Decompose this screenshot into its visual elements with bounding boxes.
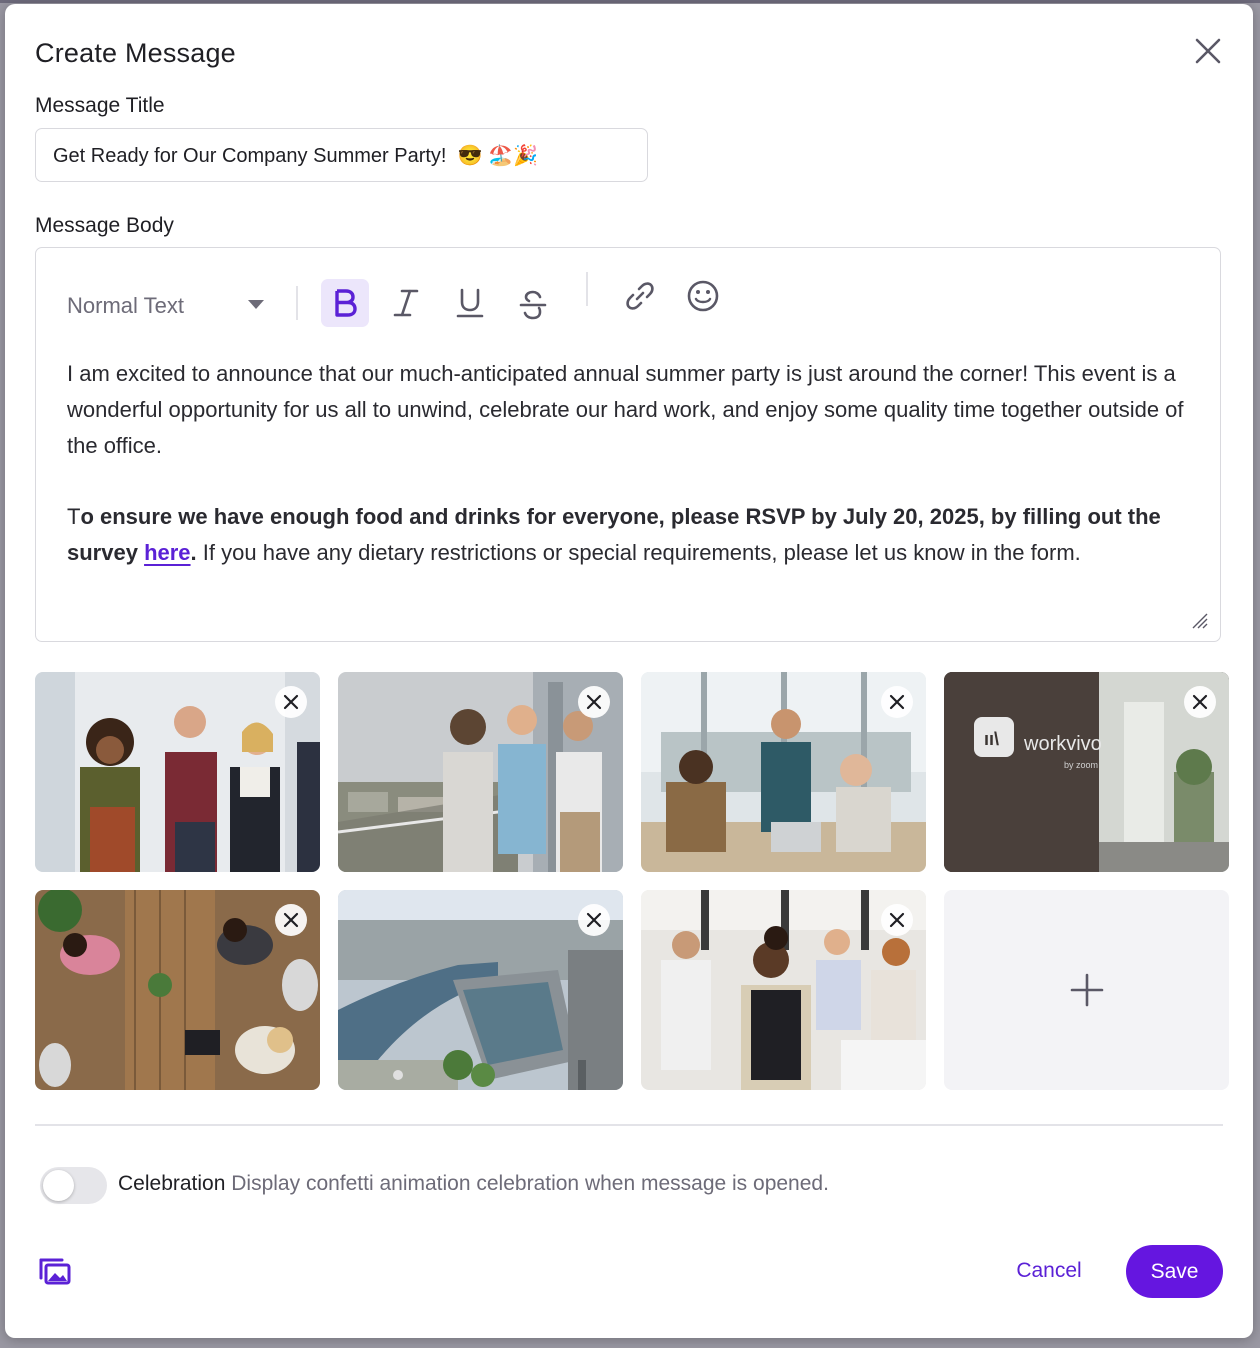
plus-icon: [1070, 973, 1103, 1007]
paragraph-rest: If you have any dietary restrictions or …: [196, 539, 1081, 565]
toolbar-divider: [586, 272, 588, 306]
close-icon: [1192, 694, 1208, 710]
editor-toolbar: Normal Text: [36, 248, 1220, 348]
image-thumbnail[interactable]: [35, 672, 320, 872]
image-attachments: ıı\ workvivo by zoom: [35, 672, 1229, 1090]
insert-link-button[interactable]: [616, 272, 664, 320]
survey-link[interactable]: here: [144, 540, 190, 565]
celebration-description: Display confetti animation celebration w…: [231, 1172, 829, 1195]
message-body-label: Message Body: [35, 214, 174, 237]
close-icon: [586, 694, 602, 710]
image-thumbnail[interactable]: [641, 890, 926, 1090]
emoji-icon: [687, 280, 719, 312]
image-thumbnail[interactable]: [35, 890, 320, 1090]
editor-content[interactable]: I am excited to announce that our much-a…: [67, 356, 1197, 571]
close-icon: [283, 912, 299, 928]
media-gallery-button[interactable]: [38, 1256, 72, 1286]
toggle-knob: [43, 1170, 74, 1201]
image-gallery-icon: [39, 1258, 71, 1285]
close-icon: [283, 694, 299, 710]
underline-icon: [456, 288, 484, 318]
close-icon: [1195, 38, 1221, 64]
underline-button[interactable]: [446, 279, 494, 327]
bold-icon: [335, 289, 357, 317]
remove-image-button[interactable]: [881, 904, 913, 936]
image-thumbnail[interactable]: [338, 672, 623, 872]
text-style-value: Normal Text: [67, 293, 184, 318]
celebration-label: Celebration: [118, 1172, 226, 1195]
remove-image-button[interactable]: [275, 904, 307, 936]
body-paragraph: To ensure we have enough food and drinks…: [67, 499, 1197, 571]
celebration-setting: Celebration Display confetti animation c…: [118, 1172, 829, 1196]
celebration-toggle[interactable]: [40, 1167, 107, 1204]
strikethrough-button[interactable]: [509, 281, 557, 329]
remove-image-button[interactable]: [1184, 686, 1216, 718]
insert-emoji-button[interactable]: [679, 272, 727, 320]
cancel-button[interactable]: Cancel: [1001, 1247, 1097, 1295]
message-body-editor[interactable]: Normal Text I am excited to announce tha…: [35, 247, 1221, 642]
close-icon: [889, 912, 905, 928]
create-message-dialog: Create Message Message Title Message Bod…: [5, 4, 1253, 1338]
link-icon: [626, 282, 654, 310]
message-title-input[interactable]: [35, 128, 648, 182]
remove-image-button[interactable]: [275, 686, 307, 718]
paragraph-lead: T: [67, 504, 81, 530]
toolbar-divider: [296, 286, 298, 320]
remove-image-button[interactable]: [881, 686, 913, 718]
remove-image-button[interactable]: [578, 686, 610, 718]
section-divider: [35, 1124, 1223, 1126]
image-thumbnail[interactable]: ıı\ workvivo by zoom: [944, 672, 1229, 872]
add-image-button[interactable]: [944, 890, 1229, 1090]
close-icon: [889, 694, 905, 710]
image-thumbnail[interactable]: [641, 672, 926, 872]
dialog-title: Create Message: [35, 38, 236, 68]
remove-image-button[interactable]: [578, 904, 610, 936]
close-button[interactable]: [1191, 34, 1225, 68]
save-button[interactable]: Save: [1126, 1245, 1223, 1298]
workvivo-sign-subtext: by zoom: [1064, 760, 1098, 770]
resize-handle-icon[interactable]: [1190, 611, 1208, 629]
chevron-down-icon: [248, 300, 264, 309]
bold-button[interactable]: [321, 279, 369, 327]
close-icon: [586, 912, 602, 928]
image-thumbnail[interactable]: [338, 890, 623, 1090]
workvivo-sign-text: workvivo: [1023, 733, 1102, 755]
svg-text:ıı\: ıı\: [984, 729, 999, 749]
body-paragraph: I am excited to announce that our much-a…: [67, 361, 1184, 458]
message-title-label: Message Title: [35, 94, 165, 117]
italic-icon: [393, 289, 419, 317]
text-style-dropdown[interactable]: Normal Text: [67, 288, 267, 324]
italic-button[interactable]: [382, 279, 430, 327]
strikethrough-icon: [519, 290, 547, 320]
